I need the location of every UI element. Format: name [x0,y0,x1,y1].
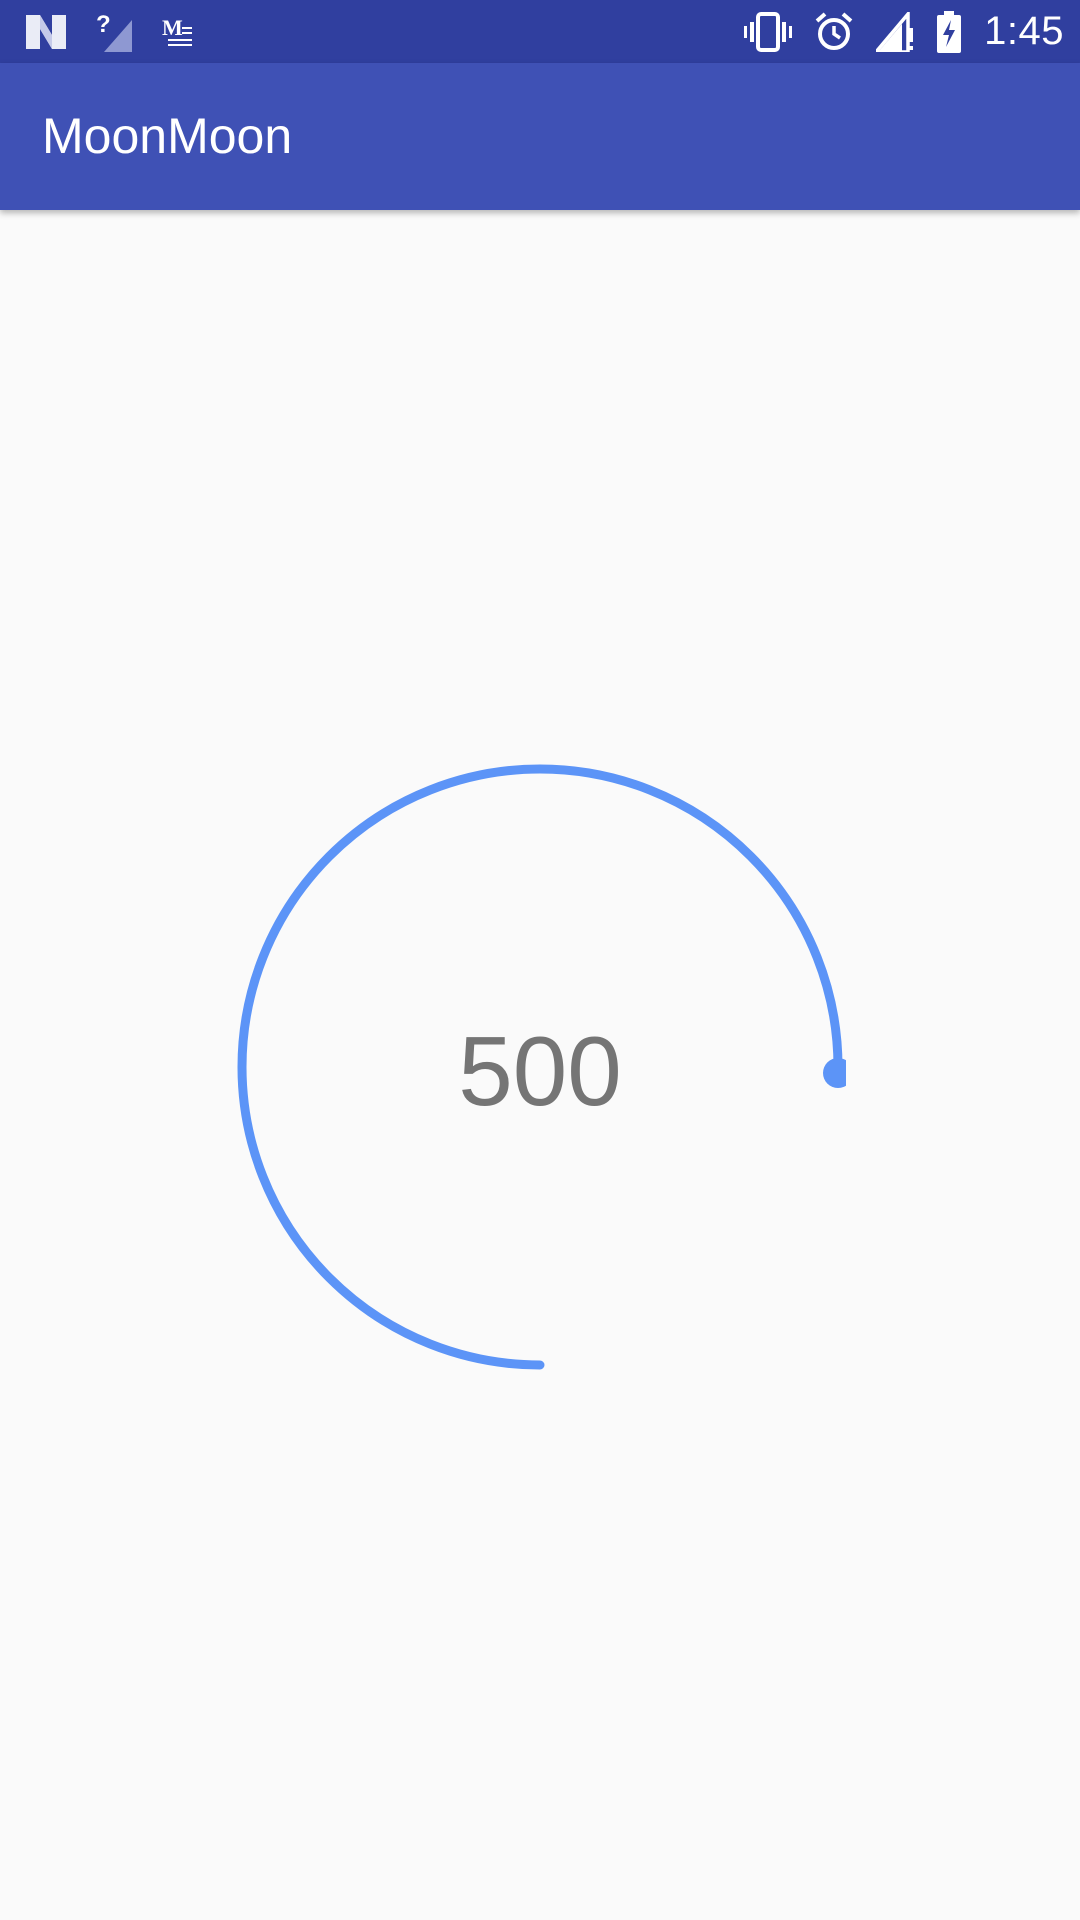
cell-signal-icon [876,11,914,52]
vibrate-icon [744,11,793,52]
circular-dial[interactable]: 500 [234,761,846,1373]
dial-value: 500 [458,1015,622,1126]
main-content: 500 [0,210,1080,1920]
alarm-icon [814,11,854,52]
status-bar: ? M 1:45 [0,0,1080,63]
battery-charging-icon [936,10,962,53]
status-left-icons: ? M [26,0,194,63]
no-signal-question-icon: ? [96,12,132,52]
medium-app-icon: M [162,15,194,49]
app-title: MoonMoon [42,108,293,164]
app-bar: MoonMoon [0,63,1080,210]
n-logo-icon [26,14,66,49]
status-time: 1:45 [984,9,1064,53]
svg-text:M: M [162,15,183,40]
svg-text:?: ? [96,12,111,38]
status-right-icons: 1:45 [744,0,1064,63]
